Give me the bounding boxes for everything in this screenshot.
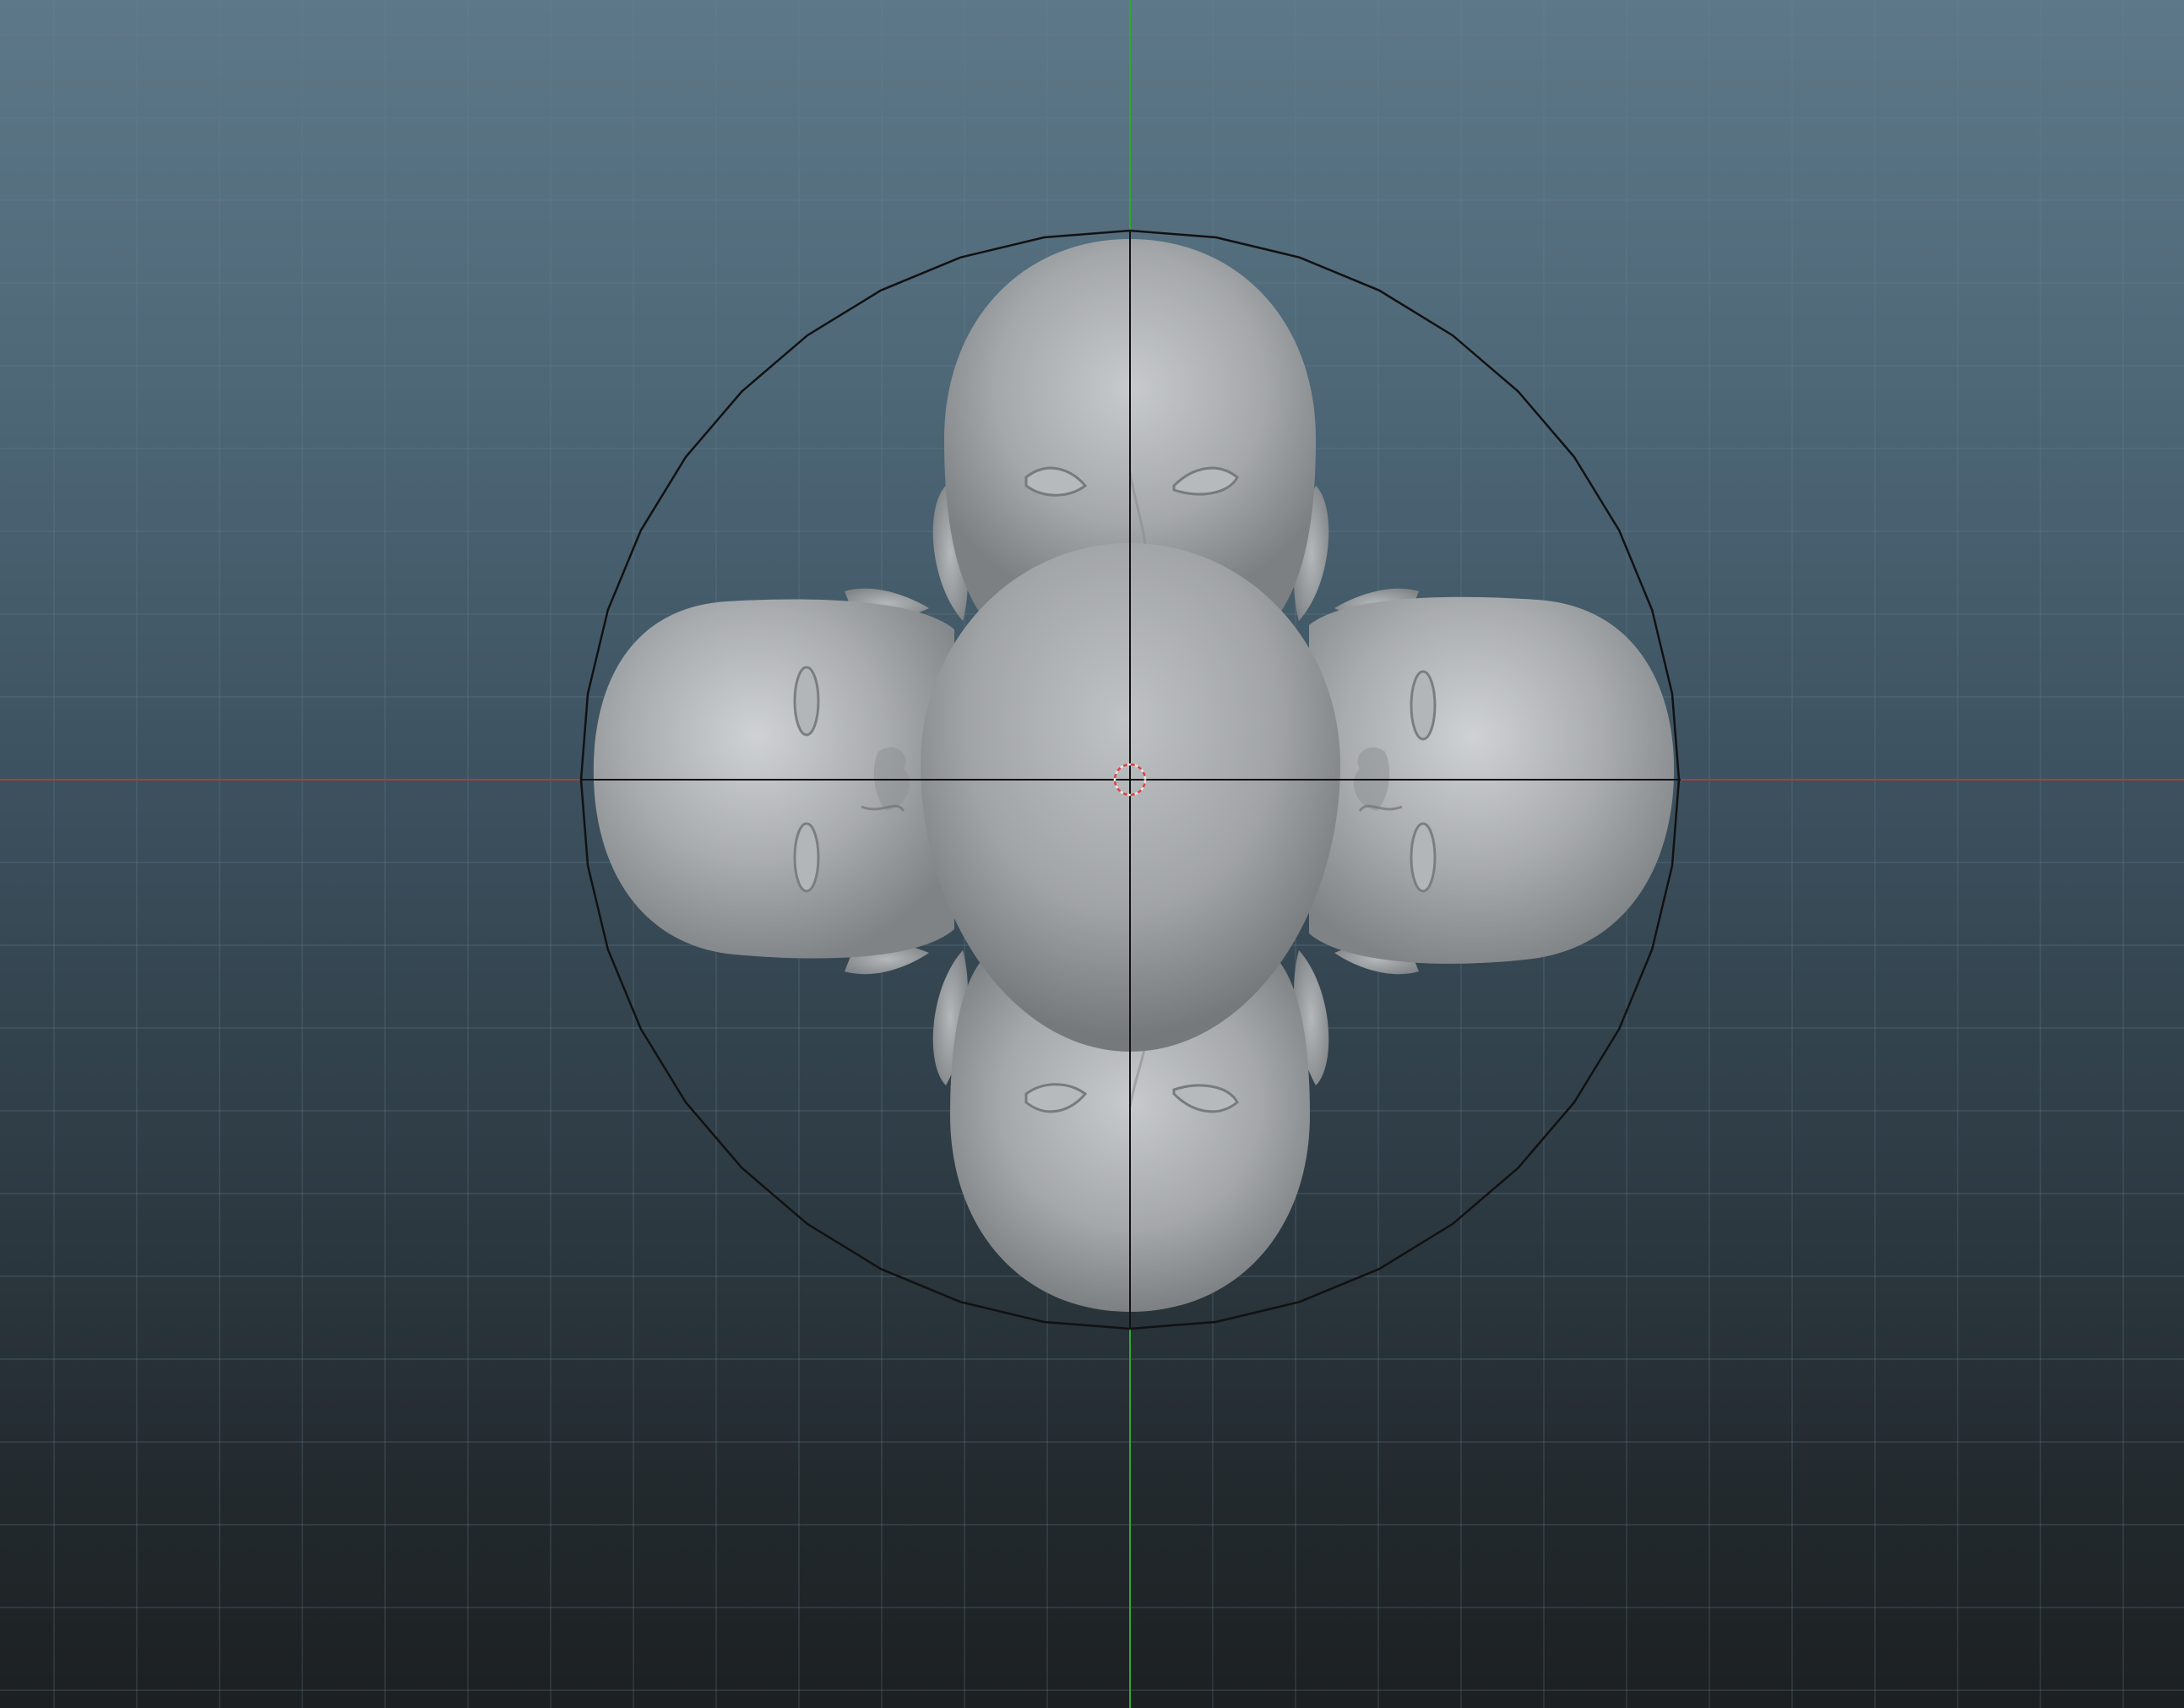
head-right[interactable] [1309,588,1675,975]
head-left[interactable] [593,588,954,975]
viewport-scene[interactable] [0,0,2184,1708]
3d-viewport[interactable] [0,0,2184,1708]
